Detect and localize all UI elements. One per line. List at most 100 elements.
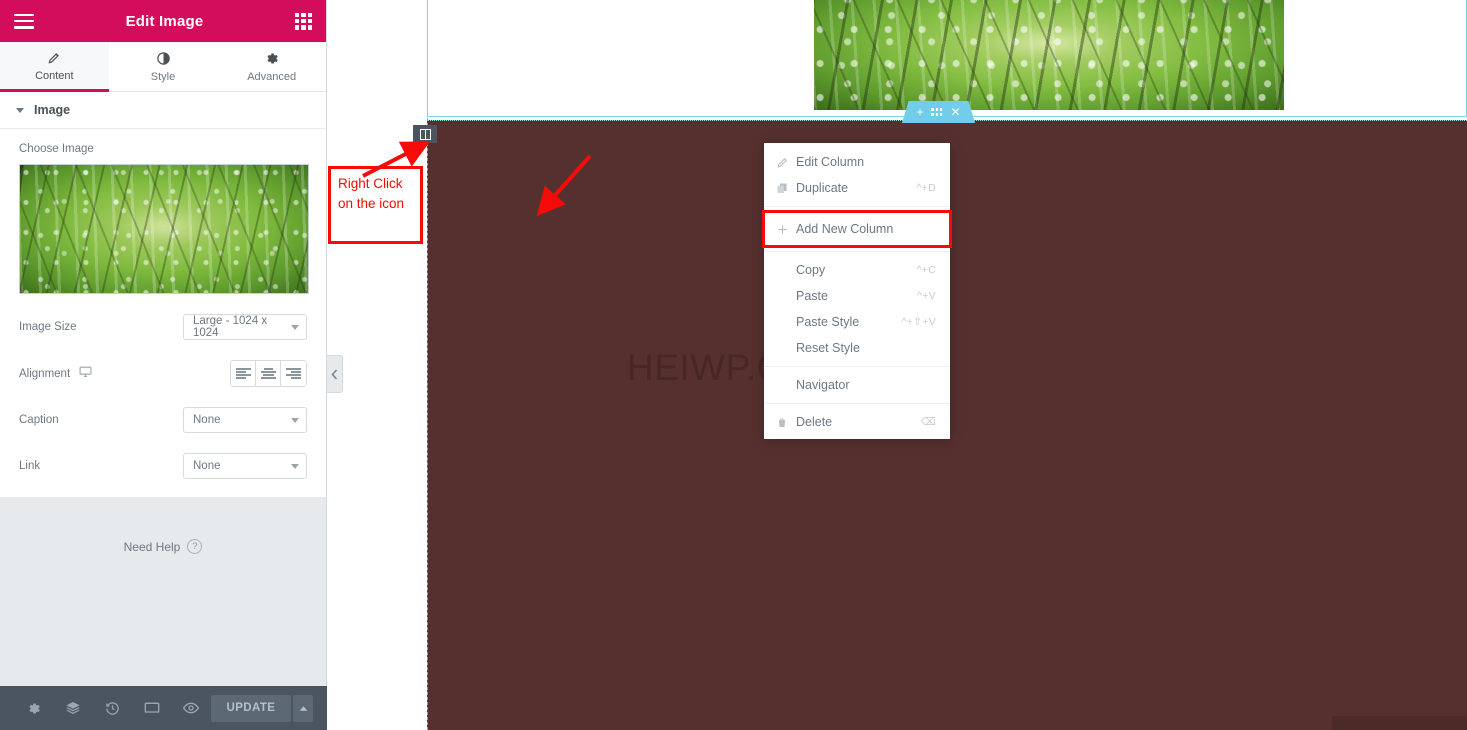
plus-icon bbox=[776, 223, 796, 236]
panel-footer-toolbar[interactable]: UPDATE bbox=[0, 686, 327, 730]
context-menu-item-label: Navigator bbox=[796, 378, 850, 392]
update-button[interactable]: UPDATE bbox=[210, 694, 292, 722]
tab-content-label: Content bbox=[35, 70, 74, 82]
context-menu-item-shortcut: ^+C bbox=[916, 264, 936, 276]
tab-advanced[interactable]: Advanced bbox=[217, 42, 327, 91]
context-menu-item-shortcut: ⌫ bbox=[920, 416, 936, 428]
trash-icon bbox=[776, 416, 796, 429]
copy-icon bbox=[776, 182, 796, 194]
responsive-mode-button[interactable] bbox=[132, 686, 171, 730]
navigator-button[interactable] bbox=[53, 686, 92, 730]
context-menu-item-paste[interactable]: Paste ^+V bbox=[764, 283, 950, 309]
annotation-note-right-click: Right Click on the icon bbox=[328, 166, 423, 244]
context-menu-separator bbox=[764, 366, 950, 367]
image-section-header[interactable]: Image bbox=[0, 92, 326, 129]
history-button[interactable] bbox=[93, 686, 132, 730]
context-menu-item-navigator[interactable]: Navigator bbox=[764, 372, 950, 398]
context-menu-item-label: Add New Column bbox=[796, 222, 894, 236]
alignment-label: Alignment bbox=[19, 367, 71, 380]
delete-section-icon[interactable]: ✕ bbox=[950, 105, 960, 119]
link-label: Link bbox=[19, 460, 41, 472]
context-menu-item-duplicate[interactable]: Duplicate ^+D bbox=[764, 175, 950, 201]
section-floating-toolbar[interactable]: + ✕ bbox=[902, 101, 975, 123]
context-menu-item-label: Paste bbox=[796, 289, 828, 303]
context-menu-item-add-new-column[interactable]: Add New Column bbox=[762, 210, 952, 248]
chevron-up-icon[interactable] bbox=[293, 694, 313, 722]
caption-row: Caption None bbox=[19, 407, 307, 433]
context-menu-item-paste-style[interactable]: Paste Style ^+⇧+V bbox=[764, 309, 950, 335]
question-circle-icon[interactable]: ? bbox=[187, 539, 203, 554]
context-menu-separator bbox=[764, 403, 950, 404]
tab-style[interactable]: Style bbox=[108, 42, 218, 91]
context-menu-separator bbox=[764, 206, 950, 207]
align-left-button[interactable] bbox=[231, 361, 256, 386]
context-menu-item-label: Paste Style bbox=[796, 315, 860, 329]
image-size-value: Large - 1024 x 1024 bbox=[193, 315, 268, 339]
image-thumbnail[interactable] bbox=[19, 164, 309, 294]
image-size-label: Image Size bbox=[19, 321, 77, 333]
context-menu-item-shortcut: ^+V bbox=[917, 290, 936, 302]
alignment-button-group[interactable] bbox=[230, 360, 307, 387]
context-menu-separator bbox=[764, 251, 950, 252]
context-menu-item-label: Copy bbox=[796, 263, 826, 277]
annotation-note-text: Right Click on the icon bbox=[338, 176, 405, 211]
chevron-down-icon bbox=[291, 463, 299, 469]
chevron-down-icon bbox=[291, 324, 299, 330]
panel-body: Choose Image Image Size Large - 1024 x 1… bbox=[0, 129, 326, 497]
panel-tabs[interactable]: Content Style Advanced bbox=[0, 42, 327, 92]
context-menu-item-edit-column[interactable]: Edit Column bbox=[764, 149, 950, 175]
column-context-menu[interactable]: Edit Column Duplicate ^+D Add New Column Cop… bbox=[762, 143, 952, 439]
page-title: Edit Image bbox=[125, 12, 204, 30]
panel-collapse-toggle[interactable] bbox=[327, 355, 343, 393]
contrast-circle-icon bbox=[156, 51, 171, 66]
bottom-accent-bar bbox=[1332, 716, 1467, 730]
need-help-label: Need Help bbox=[123, 539, 181, 554]
caption-select[interactable]: None bbox=[183, 407, 307, 433]
align-center-button[interactable] bbox=[256, 361, 281, 386]
image-size-select[interactable]: Large - 1024 x 1024 bbox=[183, 314, 307, 340]
context-menu-item-delete[interactable]: Delete ⌫ bbox=[764, 409, 950, 435]
context-menu-item-shortcut: ^+⇧+V bbox=[901, 316, 936, 328]
top-section[interactable] bbox=[427, 0, 1467, 117]
context-menu-item-copy[interactable]: Copy ^+C bbox=[764, 257, 950, 283]
preview-button[interactable] bbox=[171, 686, 210, 730]
elementor-settings-panel: Edit Image Content Style Advanced Image … bbox=[0, 0, 327, 730]
panel-header: Edit Image bbox=[0, 0, 326, 42]
align-right-button[interactable] bbox=[281, 361, 306, 386]
pencil-icon bbox=[47, 51, 61, 65]
column-handle-icon[interactable] bbox=[413, 125, 437, 143]
link-select[interactable]: None bbox=[183, 453, 307, 479]
caption-value: None bbox=[193, 414, 221, 426]
context-menu-item-label: Reset Style bbox=[796, 341, 860, 355]
image-section-label: Image bbox=[34, 103, 71, 117]
hamburger-icon[interactable] bbox=[14, 13, 34, 29]
forest-canopy-image[interactable] bbox=[814, 0, 1284, 110]
column-dashed-guide bbox=[427, 118, 428, 730]
caption-label: Caption bbox=[19, 414, 59, 426]
alignment-row: Alignment bbox=[19, 360, 307, 387]
chevron-left-icon bbox=[331, 368, 338, 380]
chevron-down-icon bbox=[291, 417, 299, 423]
context-menu-item-shortcut: ^+D bbox=[916, 182, 936, 194]
settings-button[interactable] bbox=[14, 686, 53, 730]
link-row: Link None bbox=[19, 453, 307, 479]
desktop-icon[interactable] bbox=[79, 365, 92, 383]
edit-section-handle-icon[interactable] bbox=[931, 108, 943, 116]
image-size-row: Image Size Large - 1024 x 1024 bbox=[19, 314, 307, 340]
context-menu-item-label: Delete bbox=[796, 415, 833, 429]
context-menu-item-label: Duplicate bbox=[796, 181, 849, 195]
gear-icon bbox=[264, 51, 279, 66]
add-section-icon[interactable]: + bbox=[916, 105, 923, 119]
chevron-down-icon bbox=[16, 107, 24, 113]
link-value: None bbox=[193, 460, 221, 472]
tab-content[interactable]: Content bbox=[0, 42, 109, 92]
context-menu-item-reset-style[interactable]: Reset Style bbox=[764, 335, 950, 361]
need-help[interactable]: Need Help ? bbox=[0, 539, 326, 554]
pencil-icon bbox=[776, 156, 796, 169]
choose-image-label: Choose Image bbox=[19, 143, 94, 155]
grid-apps-icon[interactable] bbox=[295, 12, 312, 30]
tab-advanced-label: Advanced bbox=[247, 70, 297, 83]
context-menu-item-label: Edit Column bbox=[796, 155, 865, 169]
tab-style-label: Style bbox=[150, 70, 176, 83]
editor-canvas: + ✕ HEIWP.COM Edit Column Duplicate ^+D Add… bbox=[327, 0, 1467, 730]
